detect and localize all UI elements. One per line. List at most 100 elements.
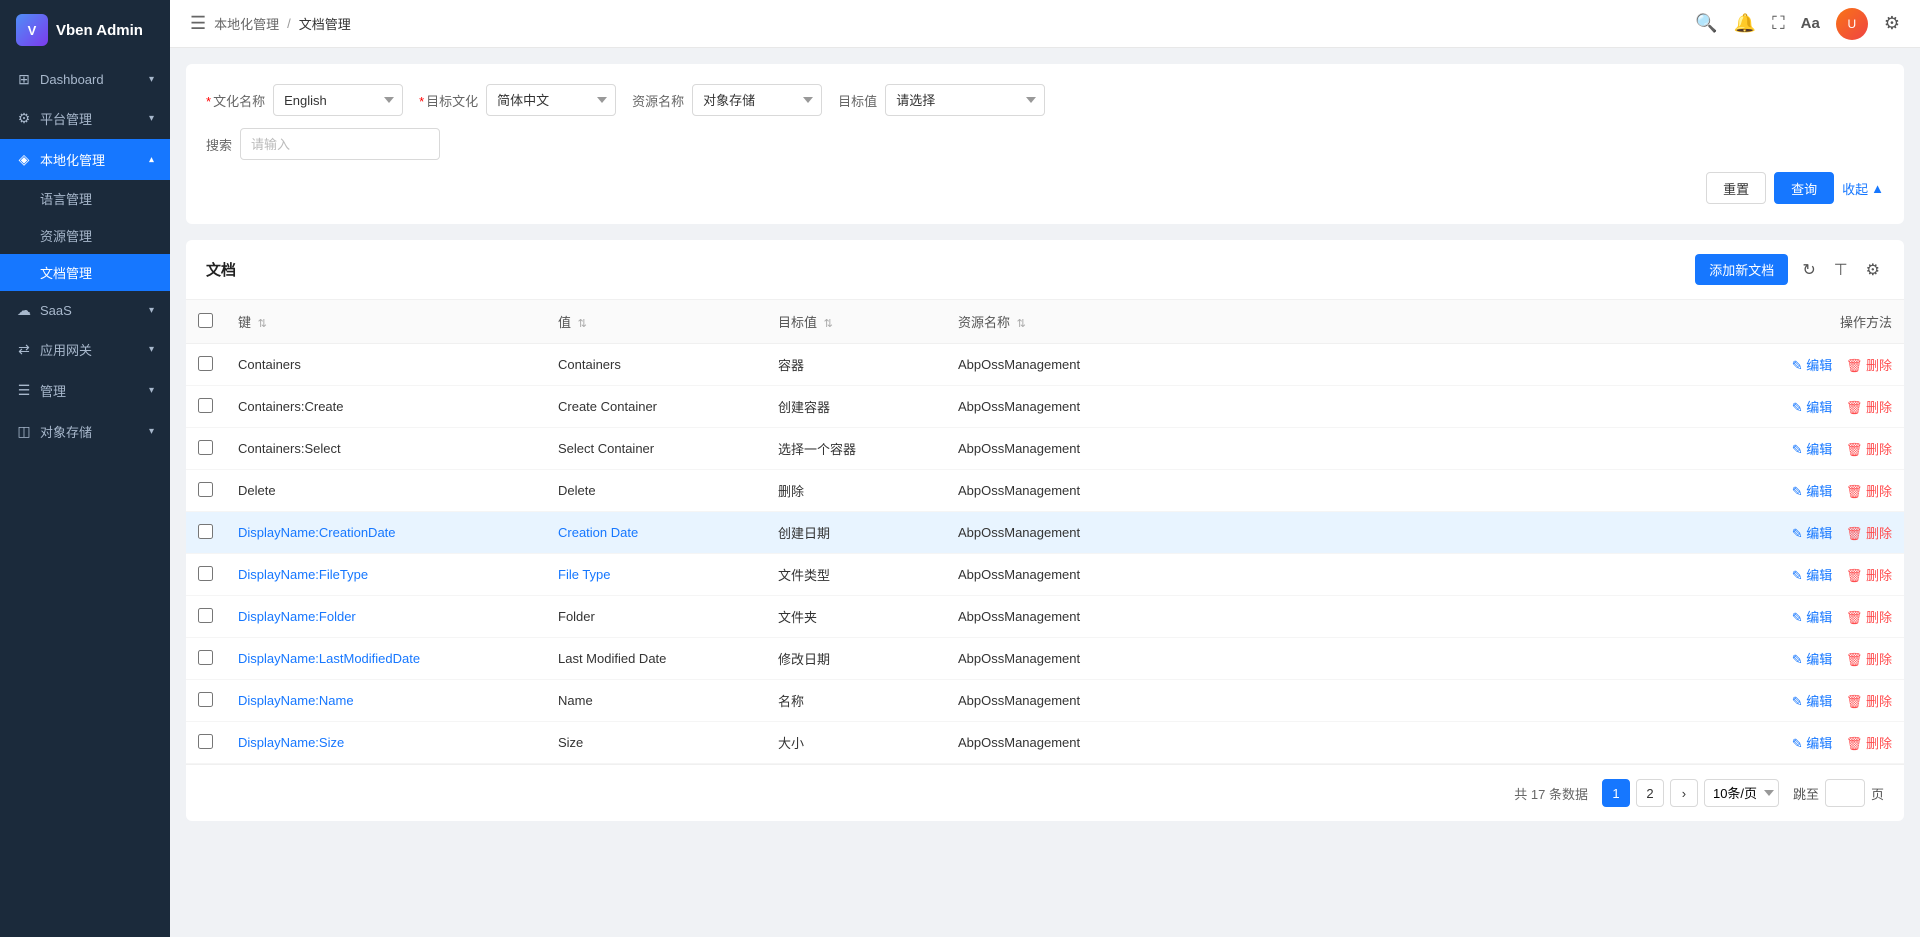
- row-checkbox[interactable]: [198, 482, 213, 497]
- sidebar-item-saas[interactable]: ☁ SaaS ▾: [0, 291, 170, 329]
- row-checkbox[interactable]: [198, 524, 213, 539]
- sidebar-item-gateway[interactable]: ⇄ 应用网关 ▾: [0, 329, 170, 370]
- row-checkbox[interactable]: [198, 608, 213, 623]
- delete-button[interactable]: 🗑 删除: [1846, 733, 1892, 752]
- menu-toggle-icon[interactable]: ☰: [190, 13, 206, 34]
- row-checkbox[interactable]: [198, 440, 213, 455]
- sort-icon[interactable]: ⇅: [824, 318, 833, 330]
- settings-icon[interactable]: ⚙: [1884, 13, 1900, 34]
- manage-icon: ☰: [16, 383, 32, 399]
- th-value: 值 ⇅: [546, 300, 766, 344]
- chevron-up-icon: ▲: [1871, 181, 1884, 196]
- row-checkbox[interactable]: [198, 692, 213, 707]
- sidebar-item-localization[interactable]: ◈ 本地化管理 ▾: [0, 139, 170, 180]
- column-settings-icon[interactable]: ⊤: [1830, 256, 1852, 284]
- edit-button[interactable]: ✎ 编辑: [1792, 649, 1833, 668]
- search-label: 搜索: [206, 135, 232, 154]
- sidebar-item-resource-manage[interactable]: 资源管理: [0, 217, 170, 254]
- add-document-button[interactable]: 添加新文档: [1695, 254, 1788, 285]
- row-check: [186, 470, 226, 512]
- reset-button[interactable]: 重置: [1706, 172, 1766, 204]
- collapse-button[interactable]: 收起 ▲: [1842, 179, 1884, 198]
- row-ops: ✎ 编辑 🗑 删除: [1146, 344, 1904, 386]
- table-row: DisplayName:LastModifiedDate Last Modifi…: [186, 638, 1904, 680]
- row-value: Name: [546, 680, 766, 722]
- expand-icon[interactable]: ⛶: [1772, 13, 1785, 34]
- sidebar-item-dashboard[interactable]: ⊞ Dashboard ▾: [0, 60, 170, 98]
- edit-button[interactable]: ✎ 编辑: [1792, 691, 1833, 710]
- edit-button[interactable]: ✎ 编辑: [1792, 607, 1833, 626]
- delete-button[interactable]: 🗑 删除: [1846, 397, 1892, 416]
- row-checkbox[interactable]: [198, 356, 213, 371]
- delete-button[interactable]: 🗑 删除: [1846, 439, 1892, 458]
- edit-button[interactable]: ✎ 编辑: [1792, 355, 1833, 374]
- query-button[interactable]: 查询: [1774, 172, 1834, 204]
- edit-button[interactable]: ✎ 编辑: [1792, 733, 1833, 752]
- page-size-select[interactable]: 10条/页 20条/页 50条/页: [1704, 779, 1779, 807]
- sort-icon[interactable]: ⇅: [578, 318, 587, 330]
- key-link[interactable]: DisplayName:Name: [238, 693, 354, 708]
- row-checkbox[interactable]: [198, 734, 213, 749]
- sidebar-item-lang-manage[interactable]: 语言管理: [0, 180, 170, 217]
- edit-button[interactable]: ✎ 编辑: [1792, 481, 1833, 500]
- delete-button[interactable]: 🗑 删除: [1846, 355, 1892, 374]
- page-btn-2[interactable]: 2: [1636, 779, 1664, 807]
- refresh-icon[interactable]: ↻: [1798, 256, 1819, 284]
- bell-icon[interactable]: 🔔: [1734, 13, 1756, 34]
- sidebar-item-platform[interactable]: ⚙ 平台管理 ▾: [0, 98, 170, 139]
- delete-button[interactable]: 🗑 删除: [1846, 481, 1892, 500]
- resource-label: 资源名称: [632, 91, 684, 110]
- search-input[interactable]: [240, 128, 440, 160]
- delete-button[interactable]: 🗑 删除: [1846, 649, 1892, 668]
- key-link[interactable]: DisplayName:Size: [238, 735, 344, 750]
- row-target: 创建日期: [766, 512, 946, 554]
- page-btn-1[interactable]: 1: [1602, 779, 1630, 807]
- sort-icon[interactable]: ⇅: [258, 318, 267, 330]
- breadcrumb-localization[interactable]: 本地化管理: [214, 14, 279, 33]
- edit-button[interactable]: ✎ 编辑: [1792, 439, 1833, 458]
- row-target: 创建容器: [766, 386, 946, 428]
- search-icon[interactable]: 🔍: [1695, 13, 1717, 34]
- resource-select[interactable]: 对象存储: [692, 84, 822, 116]
- target-value-select[interactable]: 请选择: [885, 84, 1045, 116]
- translate-icon[interactable]: Aa: [1801, 15, 1820, 32]
- delete-button[interactable]: 🗑 删除: [1846, 691, 1892, 710]
- edit-button[interactable]: ✎ 编辑: [1792, 565, 1833, 584]
- value-link[interactable]: Creation Date: [558, 525, 638, 540]
- value-link[interactable]: File Type: [558, 567, 611, 582]
- row-key: DisplayName:Name: [226, 680, 546, 722]
- table-row: DisplayName:Folder Folder 文件夹 AbpOssMana…: [186, 596, 1904, 638]
- row-check: [186, 386, 226, 428]
- saas-icon: ☁: [16, 302, 32, 318]
- culture-select[interactable]: English: [273, 84, 403, 116]
- key-link[interactable]: DisplayName:CreationDate: [238, 525, 396, 540]
- sidebar-item-doc-manage[interactable]: 文档管理: [0, 254, 170, 291]
- breadcrumb-separator: /: [287, 16, 291, 31]
- platform-icon: ⚙: [16, 111, 32, 127]
- edit-button[interactable]: ✎ 编辑: [1792, 523, 1833, 542]
- select-all-checkbox[interactable]: [198, 313, 213, 328]
- delete-button[interactable]: 🗑 删除: [1846, 523, 1892, 542]
- row-source: AbpOssManagement: [946, 512, 1146, 554]
- sidebar-item-object-storage[interactable]: ◫ 对象存储 ▾: [0, 411, 170, 452]
- key-link[interactable]: DisplayName:Folder: [238, 609, 356, 624]
- row-checkbox[interactable]: [198, 650, 213, 665]
- sidebar-item-manage[interactable]: ☰ 管理 ▾: [0, 370, 170, 411]
- row-check: [186, 722, 226, 764]
- key-link[interactable]: DisplayName:LastModifiedDate: [238, 651, 420, 666]
- delete-button[interactable]: 🗑 删除: [1846, 565, 1892, 584]
- sidebar-item-label: Dashboard: [40, 72, 104, 87]
- delete-button[interactable]: 🗑 删除: [1846, 607, 1892, 626]
- page-jump-input[interactable]: [1825, 779, 1865, 807]
- sort-icon[interactable]: ⇅: [1017, 318, 1026, 330]
- table-config-icon[interactable]: ⚙: [1862, 256, 1884, 284]
- target-culture-select[interactable]: 简体中文: [486, 84, 616, 116]
- page-next-btn[interactable]: ›: [1670, 779, 1698, 807]
- breadcrumb-doc-manage: 文档管理: [299, 14, 351, 33]
- avatar[interactable]: U: [1836, 8, 1868, 40]
- row-checkbox[interactable]: [198, 566, 213, 581]
- key-link[interactable]: DisplayName:FileType: [238, 567, 368, 582]
- row-value: Containers: [546, 344, 766, 386]
- row-checkbox[interactable]: [198, 398, 213, 413]
- edit-button[interactable]: ✎ 编辑: [1792, 397, 1833, 416]
